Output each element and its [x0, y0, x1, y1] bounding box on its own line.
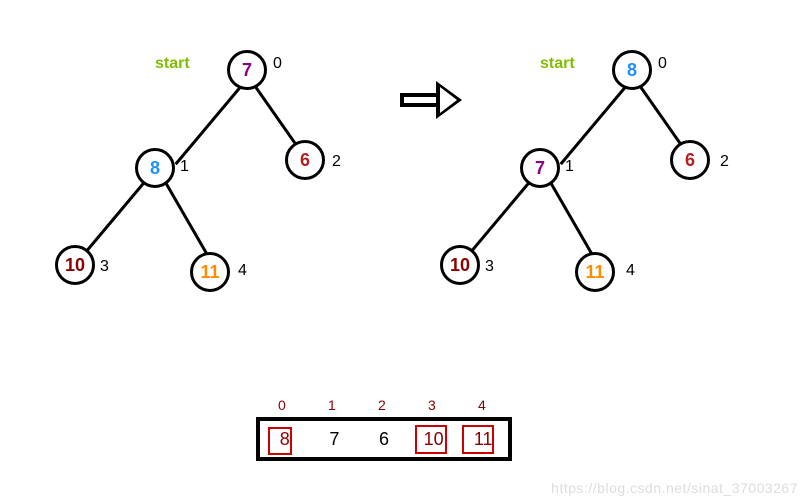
index-r2: 2: [720, 153, 729, 171]
index-l0: 0: [273, 55, 282, 73]
node-l3: 10: [55, 245, 95, 285]
array-index-2: 2: [378, 397, 386, 413]
node-l0: 7: [227, 50, 267, 90]
start-label-left: start: [155, 55, 190, 73]
node-l1: 8: [135, 148, 175, 188]
start-label-right: start: [540, 55, 575, 73]
node-value: 8: [627, 60, 637, 81]
array-index-3: 3: [428, 397, 436, 413]
index-l3: 3: [100, 258, 109, 276]
diagram-canvas: start 7 0 8 1 6 2 10 3 11 4 start 8 0 7 …: [0, 0, 808, 502]
node-value: 11: [585, 262, 604, 283]
array-cell-1: 7: [310, 421, 360, 457]
array-cell-2: 6: [359, 421, 409, 457]
node-value: 6: [300, 150, 310, 171]
node-value: 11: [200, 262, 219, 283]
highlight-box-0: [268, 427, 292, 455]
node-r3: 10: [440, 245, 480, 285]
array-index-4: 4: [478, 397, 486, 413]
highlight-box-4: [462, 425, 494, 454]
node-value: 6: [685, 150, 695, 171]
node-value: 7: [242, 60, 252, 81]
edge-r1-r3: [465, 181, 532, 260]
watermark-text: https://blog.csdn.net/sinat_37003267: [551, 480, 798, 496]
node-value: 10: [450, 255, 470, 276]
node-r4: 11: [575, 252, 615, 292]
cell-value: 6: [379, 429, 389, 450]
index-r0: 0: [658, 55, 667, 73]
node-value: 10: [65, 255, 85, 276]
node-l2: 6: [285, 140, 325, 180]
array-index-0: 0: [278, 397, 286, 413]
edge-r0-r1: [560, 87, 627, 166]
index-r1: 1: [565, 158, 574, 176]
index-r4: 4: [626, 262, 635, 280]
node-value: 7: [535, 158, 545, 179]
cell-value: 7: [329, 429, 339, 450]
index-l4: 4: [238, 262, 247, 280]
node-r2: 6: [670, 140, 710, 180]
array-index-1: 1: [328, 397, 336, 413]
index-r3: 3: [485, 258, 494, 276]
node-value: 8: [150, 158, 160, 179]
transform-arrow: [400, 85, 450, 115]
node-r1: 7: [520, 148, 560, 188]
edge-l0-l1: [175, 87, 242, 166]
index-l1: 1: [180, 158, 189, 176]
highlight-box-3: [415, 425, 447, 454]
index-l2: 2: [332, 153, 341, 171]
node-r0: 8: [612, 50, 652, 90]
node-l4: 11: [190, 252, 230, 292]
edge-l1-l3: [80, 181, 147, 260]
